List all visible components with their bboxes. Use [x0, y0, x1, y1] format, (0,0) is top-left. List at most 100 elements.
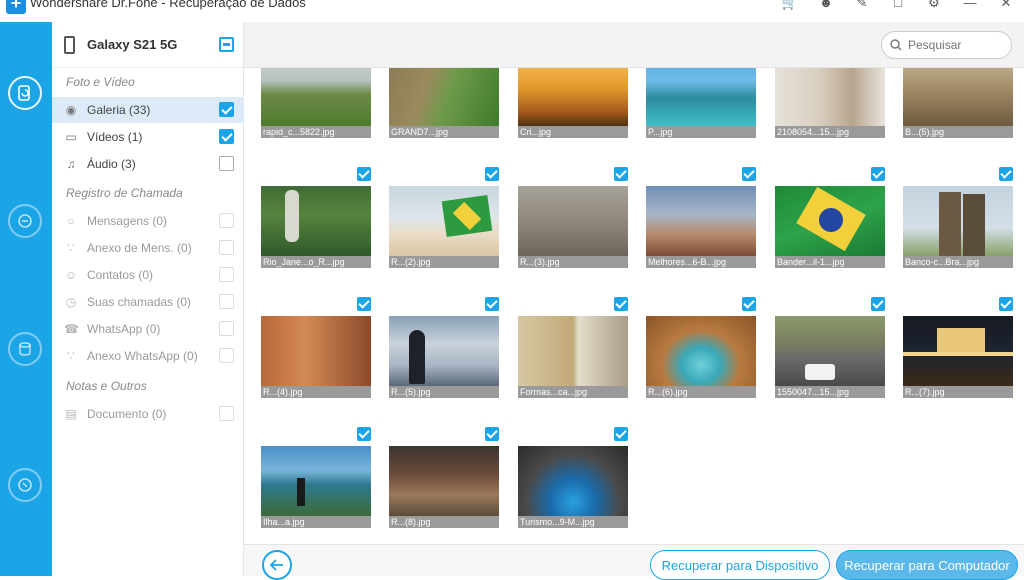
- calls-checkbox[interactable]: [219, 294, 234, 309]
- photo-checkbox[interactable]: [357, 167, 371, 181]
- photo-image: [261, 186, 371, 256]
- search-box[interactable]: [881, 31, 1012, 59]
- photo-thumbnail[interactable]: R...(3).jpg: [518, 167, 628, 278]
- sidebar-item-videos[interactable]: ▭ Vídeos (1): [52, 124, 244, 150]
- photo-image: [646, 316, 756, 386]
- photo-thumbnail[interactable]: Melhores...6-B...jpg: [646, 167, 756, 278]
- photo-thumbnail[interactable]: Bander...il-1...jpg: [775, 167, 885, 278]
- rail-whatsapp-recovery-icon[interactable]: [8, 468, 42, 502]
- music-icon: ♫: [66, 157, 76, 171]
- whatsapp-icon: ☎: [64, 322, 79, 336]
- audio-checkbox[interactable]: [219, 156, 234, 171]
- photo-checkbox[interactable]: [999, 297, 1013, 311]
- photo-caption: R...(5).jpg: [389, 386, 499, 398]
- photo-thumbnail[interactable]: 1550047...15...jpg: [775, 297, 885, 408]
- photo-thumbnail[interactable]: 2108054...15...jpg: [775, 68, 885, 148]
- photo-checkbox[interactable]: [871, 167, 885, 181]
- sidebar-item-label: Contatos (0): [87, 268, 154, 282]
- gallery-checkbox[interactable]: [219, 102, 234, 117]
- photo-thumbnail[interactable]: B...(5).jpg: [903, 68, 1013, 148]
- contacts-checkbox[interactable]: [219, 267, 234, 282]
- chat-icon[interactable]: □: [880, 0, 916, 14]
- section-title: Registro de Chamada: [66, 186, 183, 200]
- photo-caption: 2108054...15...jpg: [775, 126, 885, 138]
- search-icon: [890, 39, 902, 51]
- photo-image: [389, 446, 499, 516]
- sidebar-item-label: Anexo WhatsApp (0): [87, 349, 198, 363]
- photo-checkbox[interactable]: [485, 167, 499, 181]
- messages-checkbox[interactable]: [219, 213, 234, 228]
- feedback-icon[interactable]: ✎: [844, 0, 880, 14]
- camera-icon: ◉: [65, 103, 77, 117]
- photo-thumbnail[interactable]: Banco-c...Bra...jpg: [903, 167, 1013, 278]
- sidebar-item-message-attachments[interactable]: ∵ Anexo de Mens. (0): [52, 235, 244, 261]
- videos-checkbox[interactable]: [219, 129, 234, 144]
- photo-image: [389, 68, 499, 126]
- device-row[interactable]: Galaxy S21 5G: [52, 22, 244, 68]
- photo-thumbnail[interactable]: GRAND7...jpg: [389, 68, 499, 148]
- photo-checkbox[interactable]: [357, 297, 371, 311]
- photo-thumbnail[interactable]: Cri...jpg: [518, 68, 628, 148]
- rail-cloud-recovery-icon[interactable]: [8, 204, 42, 238]
- sidebar-item-label: Documento (0): [87, 407, 167, 421]
- photo-thumbnail[interactable]: Turismo...9-M...jpg: [518, 427, 628, 538]
- photo-caption: Bander...il-1...jpg: [775, 256, 885, 268]
- rail-device-recovery-icon[interactable]: [8, 76, 42, 110]
- photo-checkbox[interactable]: [742, 167, 756, 181]
- sidebar-item-gallery[interactable]: ◉ Galeria (33): [52, 97, 244, 123]
- photo-caption: R...(2).jpg: [389, 256, 499, 268]
- whatsapp-attachments-checkbox[interactable]: [219, 348, 234, 363]
- sidebar-item-whatsapp[interactable]: ☎ WhatsApp (0): [52, 316, 244, 342]
- cart-icon[interactable]: 🛒: [772, 0, 808, 14]
- photo-image: [261, 68, 371, 126]
- photo-thumbnail[interactable]: P...jpg: [646, 68, 756, 148]
- photo-caption: Ilha...a.jpg: [261, 516, 371, 528]
- message-attachments-checkbox[interactable]: [219, 240, 234, 255]
- photo-thumbnail[interactable]: Ilha...a.jpg: [261, 427, 371, 538]
- photo-thumbnail[interactable]: R...(5).jpg: [389, 297, 499, 408]
- sidebar-item-documents[interactable]: ▤ Documento (0): [52, 401, 244, 427]
- photo-thumbnail[interactable]: R...(8).jpg: [389, 427, 499, 538]
- sidebar-item-calls[interactable]: ◷ Suas chamadas (0): [52, 289, 244, 315]
- photo-caption: GRAND7...jpg: [389, 126, 499, 138]
- photo-thumbnail[interactable]: Formas...ca...jpg: [518, 297, 628, 408]
- video-icon: ▭: [65, 130, 77, 144]
- clock-icon: ◷: [65, 295, 77, 309]
- minimize-button[interactable]: —: [952, 0, 988, 14]
- documents-checkbox[interactable]: [219, 406, 234, 421]
- photo-image: [518, 316, 628, 386]
- photo-checkbox[interactable]: [485, 297, 499, 311]
- search-input[interactable]: [906, 36, 1006, 54]
- paperclip-icon: ∵: [67, 241, 75, 255]
- title-bar: + Wondershare Dr.Fone - Recuperação de D…: [0, 0, 1024, 22]
- photo-thumbnail[interactable]: Rio_Jane...o_R...jpg: [261, 167, 371, 278]
- photo-caption: R...(3).jpg: [518, 256, 628, 268]
- photo-thumbnail[interactable]: rapid_c...5822.jpg: [261, 68, 371, 148]
- photo-checkbox[interactable]: [871, 297, 885, 311]
- photo-checkbox[interactable]: [614, 427, 628, 441]
- select-all-checkbox[interactable]: [219, 37, 234, 52]
- photo-checkbox[interactable]: [999, 167, 1013, 181]
- phone-icon: [64, 36, 75, 54]
- photo-thumbnail[interactable]: R...(6).jpg: [646, 297, 756, 408]
- message-icon: ○: [67, 214, 75, 228]
- photo-thumbnail[interactable]: R...(7).jpg: [903, 297, 1013, 408]
- photo-thumbnail[interactable]: R...(4).jpg: [261, 297, 371, 408]
- photo-image: [518, 186, 628, 256]
- sidebar-item-messages[interactable]: ○ Mensagens (0): [52, 208, 244, 234]
- rail-backup-recovery-icon[interactable]: [8, 332, 42, 366]
- sidebar-item-contacts[interactable]: ☺ Contatos (0): [52, 262, 244, 288]
- sidebar-item-whatsapp-attachments[interactable]: ∵ Anexo WhatsApp (0): [52, 343, 244, 369]
- whatsapp-checkbox[interactable]: [219, 321, 234, 336]
- photo-thumbnail[interactable]: R...(2).jpg: [389, 167, 499, 278]
- settings-icon[interactable]: ⚙: [916, 0, 952, 14]
- photo-checkbox[interactable]: [614, 167, 628, 181]
- photo-checkbox[interactable]: [742, 297, 756, 311]
- sidebar-item-audio[interactable]: ♫ Áudio (3): [52, 151, 244, 177]
- photo-checkbox[interactable]: [614, 297, 628, 311]
- account-icon[interactable]: ☻: [808, 0, 844, 14]
- photo-checkbox[interactable]: [485, 427, 499, 441]
- photo-checkbox[interactable]: [357, 427, 371, 441]
- close-button[interactable]: ✕: [988, 0, 1024, 14]
- photo-image: [903, 68, 1013, 126]
